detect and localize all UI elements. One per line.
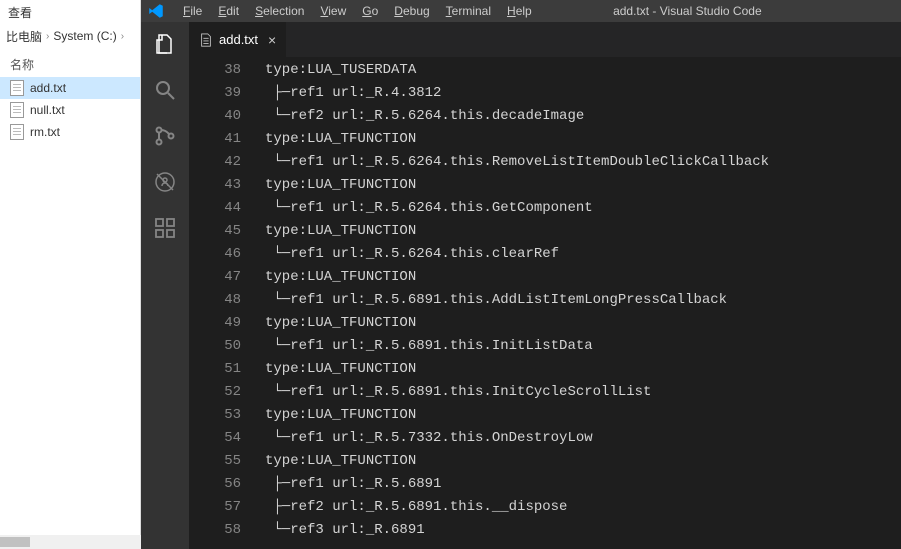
menu-item-terminal[interactable]: Terminal	[438, 4, 499, 18]
line-number: 50	[189, 335, 241, 358]
tab-bar: add.txt ×	[189, 22, 901, 57]
breadcrumb-part[interactable]: 比电脑	[6, 28, 42, 45]
search-icon[interactable]	[151, 76, 179, 104]
code-line[interactable]: type:LUA_TFUNCTION	[265, 312, 901, 335]
code-line[interactable]: └─ref1 url:_R.5.6891.this.InitCycleScrol…	[265, 381, 901, 404]
line-number: 39	[189, 82, 241, 105]
line-number: 58	[189, 519, 241, 542]
line-number: 40	[189, 105, 241, 128]
line-number: 43	[189, 174, 241, 197]
file-icon	[10, 80, 24, 96]
explorer-breadcrumb[interactable]: 比电脑 › System (C:) ›	[0, 24, 140, 48]
code-line[interactable]: └─ref1 url:_R.5.6891.this.InitListData	[265, 335, 901, 358]
debug-icon[interactable]	[151, 168, 179, 196]
activity-bar	[141, 22, 189, 549]
code-line[interactable]: type:LUA_TFUNCTION	[265, 128, 901, 151]
line-number: 46	[189, 243, 241, 266]
file-name-label: add.txt	[30, 81, 66, 95]
tab-close-icon[interactable]: ×	[268, 32, 276, 48]
file-name-label: rm.txt	[30, 125, 60, 139]
menu-item-view[interactable]: View	[312, 4, 354, 18]
line-number: 48	[189, 289, 241, 312]
code-line[interactable]: type:LUA_TFUNCTION	[265, 220, 901, 243]
code-line[interactable]: └─ref1 url:_R.5.6891.this.AddListItemLon…	[265, 289, 901, 312]
tab-label: add.txt	[219, 32, 258, 47]
code-line[interactable]: type:LUA_TFUNCTION	[265, 358, 901, 381]
extensions-icon[interactable]	[151, 214, 179, 242]
menu-item-go[interactable]: Go	[354, 4, 386, 18]
line-number-gutter: 3839404142434445464748495051525354555657…	[189, 57, 259, 549]
line-number: 38	[189, 59, 241, 82]
window-title: add.txt - Visual Studio Code	[540, 4, 895, 18]
code-line[interactable]: └─ref3 url:_R.6891	[265, 519, 901, 542]
menu-item-file[interactable]: File	[175, 4, 210, 18]
explorer-view-menu[interactable]: 查看	[8, 4, 32, 21]
file-icon	[199, 33, 213, 47]
line-number: 54	[189, 427, 241, 450]
menu-item-selection[interactable]: Selection	[247, 4, 312, 18]
menu-item-help[interactable]: Help	[499, 4, 540, 18]
titlebar: FileEditSelectionViewGoDebugTerminalHelp…	[141, 0, 901, 22]
code-line[interactable]: ├─ref1 url:_R.5.6891	[265, 473, 901, 496]
line-number: 42	[189, 151, 241, 174]
line-number: 47	[189, 266, 241, 289]
code-line[interactable]: └─ref2 url:_R.5.6264.this.decadeImage	[265, 105, 901, 128]
files-icon[interactable]	[151, 30, 179, 58]
code-line[interactable]: └─ref1 url:_R.5.6264.this.clearRef	[265, 243, 901, 266]
git-icon[interactable]	[151, 122, 179, 150]
code-line[interactable]: type:LUA_TUSERDATA	[265, 59, 901, 82]
explorer-file-item[interactable]: null.txt	[0, 99, 140, 121]
explorer-file-item[interactable]: add.txt	[0, 77, 140, 99]
code-content[interactable]: type:LUA_TUSERDATA ├─ref1 url:_R.4.3812 …	[259, 57, 901, 549]
explorer-file-list: add.txt null.txt rm.txt	[0, 77, 140, 143]
editor-tab[interactable]: add.txt ×	[189, 22, 287, 57]
editor-area: add.txt × 383940414243444546474849505152…	[189, 22, 901, 549]
vscode-logo-icon	[147, 2, 165, 20]
code-line[interactable]: type:LUA_TFUNCTION	[265, 266, 901, 289]
code-line[interactable]: ├─ref2 url:_R.5.6891.this.__dispose	[265, 496, 901, 519]
menu-bar: FileEditSelectionViewGoDebugTerminalHelp	[175, 4, 540, 18]
line-number: 56	[189, 473, 241, 496]
breadcrumb-part[interactable]: System (C:)	[53, 29, 116, 43]
code-line[interactable]: ├─ref1 url:_R.4.3812	[265, 82, 901, 105]
code-line[interactable]: └─ref1 url:_R.5.6264.this.GetComponent	[265, 197, 901, 220]
file-icon	[10, 124, 24, 140]
line-number: 52	[189, 381, 241, 404]
line-number: 45	[189, 220, 241, 243]
code-line[interactable]: └─ref1 url:_R.5.6264.this.RemoveListItem…	[265, 151, 901, 174]
line-number: 51	[189, 358, 241, 381]
code-editor[interactable]: 3839404142434445464748495051525354555657…	[189, 57, 901, 549]
line-number: 55	[189, 450, 241, 473]
scrollbar-thumb[interactable]	[0, 537, 30, 547]
line-number: 57	[189, 496, 241, 519]
code-line[interactable]: type:LUA_TFUNCTION	[265, 174, 901, 197]
menu-item-edit[interactable]: Edit	[210, 4, 247, 18]
explorer-panel: 查看 比电脑 › System (C:) › 名称 add.txt null.tx…	[0, 0, 141, 549]
chevron-right-icon: ›	[121, 31, 124, 42]
menu-item-debug[interactable]: Debug	[386, 4, 437, 18]
vscode-window: FileEditSelectionViewGoDebugTerminalHelp…	[141, 0, 901, 549]
code-line[interactable]: type:LUA_TFUNCTION	[265, 404, 901, 427]
line-number: 53	[189, 404, 241, 427]
explorer-file-item[interactable]: rm.txt	[0, 121, 140, 143]
explorer-hscrollbar[interactable]	[0, 535, 141, 549]
line-number: 41	[189, 128, 241, 151]
file-name-label: null.txt	[30, 103, 65, 117]
code-line[interactable]: └─ref1 url:_R.5.7332.this.OnDestroyLow	[265, 427, 901, 450]
file-icon	[10, 102, 24, 118]
code-line[interactable]: type:LUA_TFUNCTION	[265, 450, 901, 473]
chevron-right-icon: ›	[46, 31, 49, 42]
explorer-column-header[interactable]: 名称	[0, 48, 140, 77]
explorer-toolbar[interactable]: 查看	[0, 0, 140, 24]
line-number: 44	[189, 197, 241, 220]
line-number: 49	[189, 312, 241, 335]
